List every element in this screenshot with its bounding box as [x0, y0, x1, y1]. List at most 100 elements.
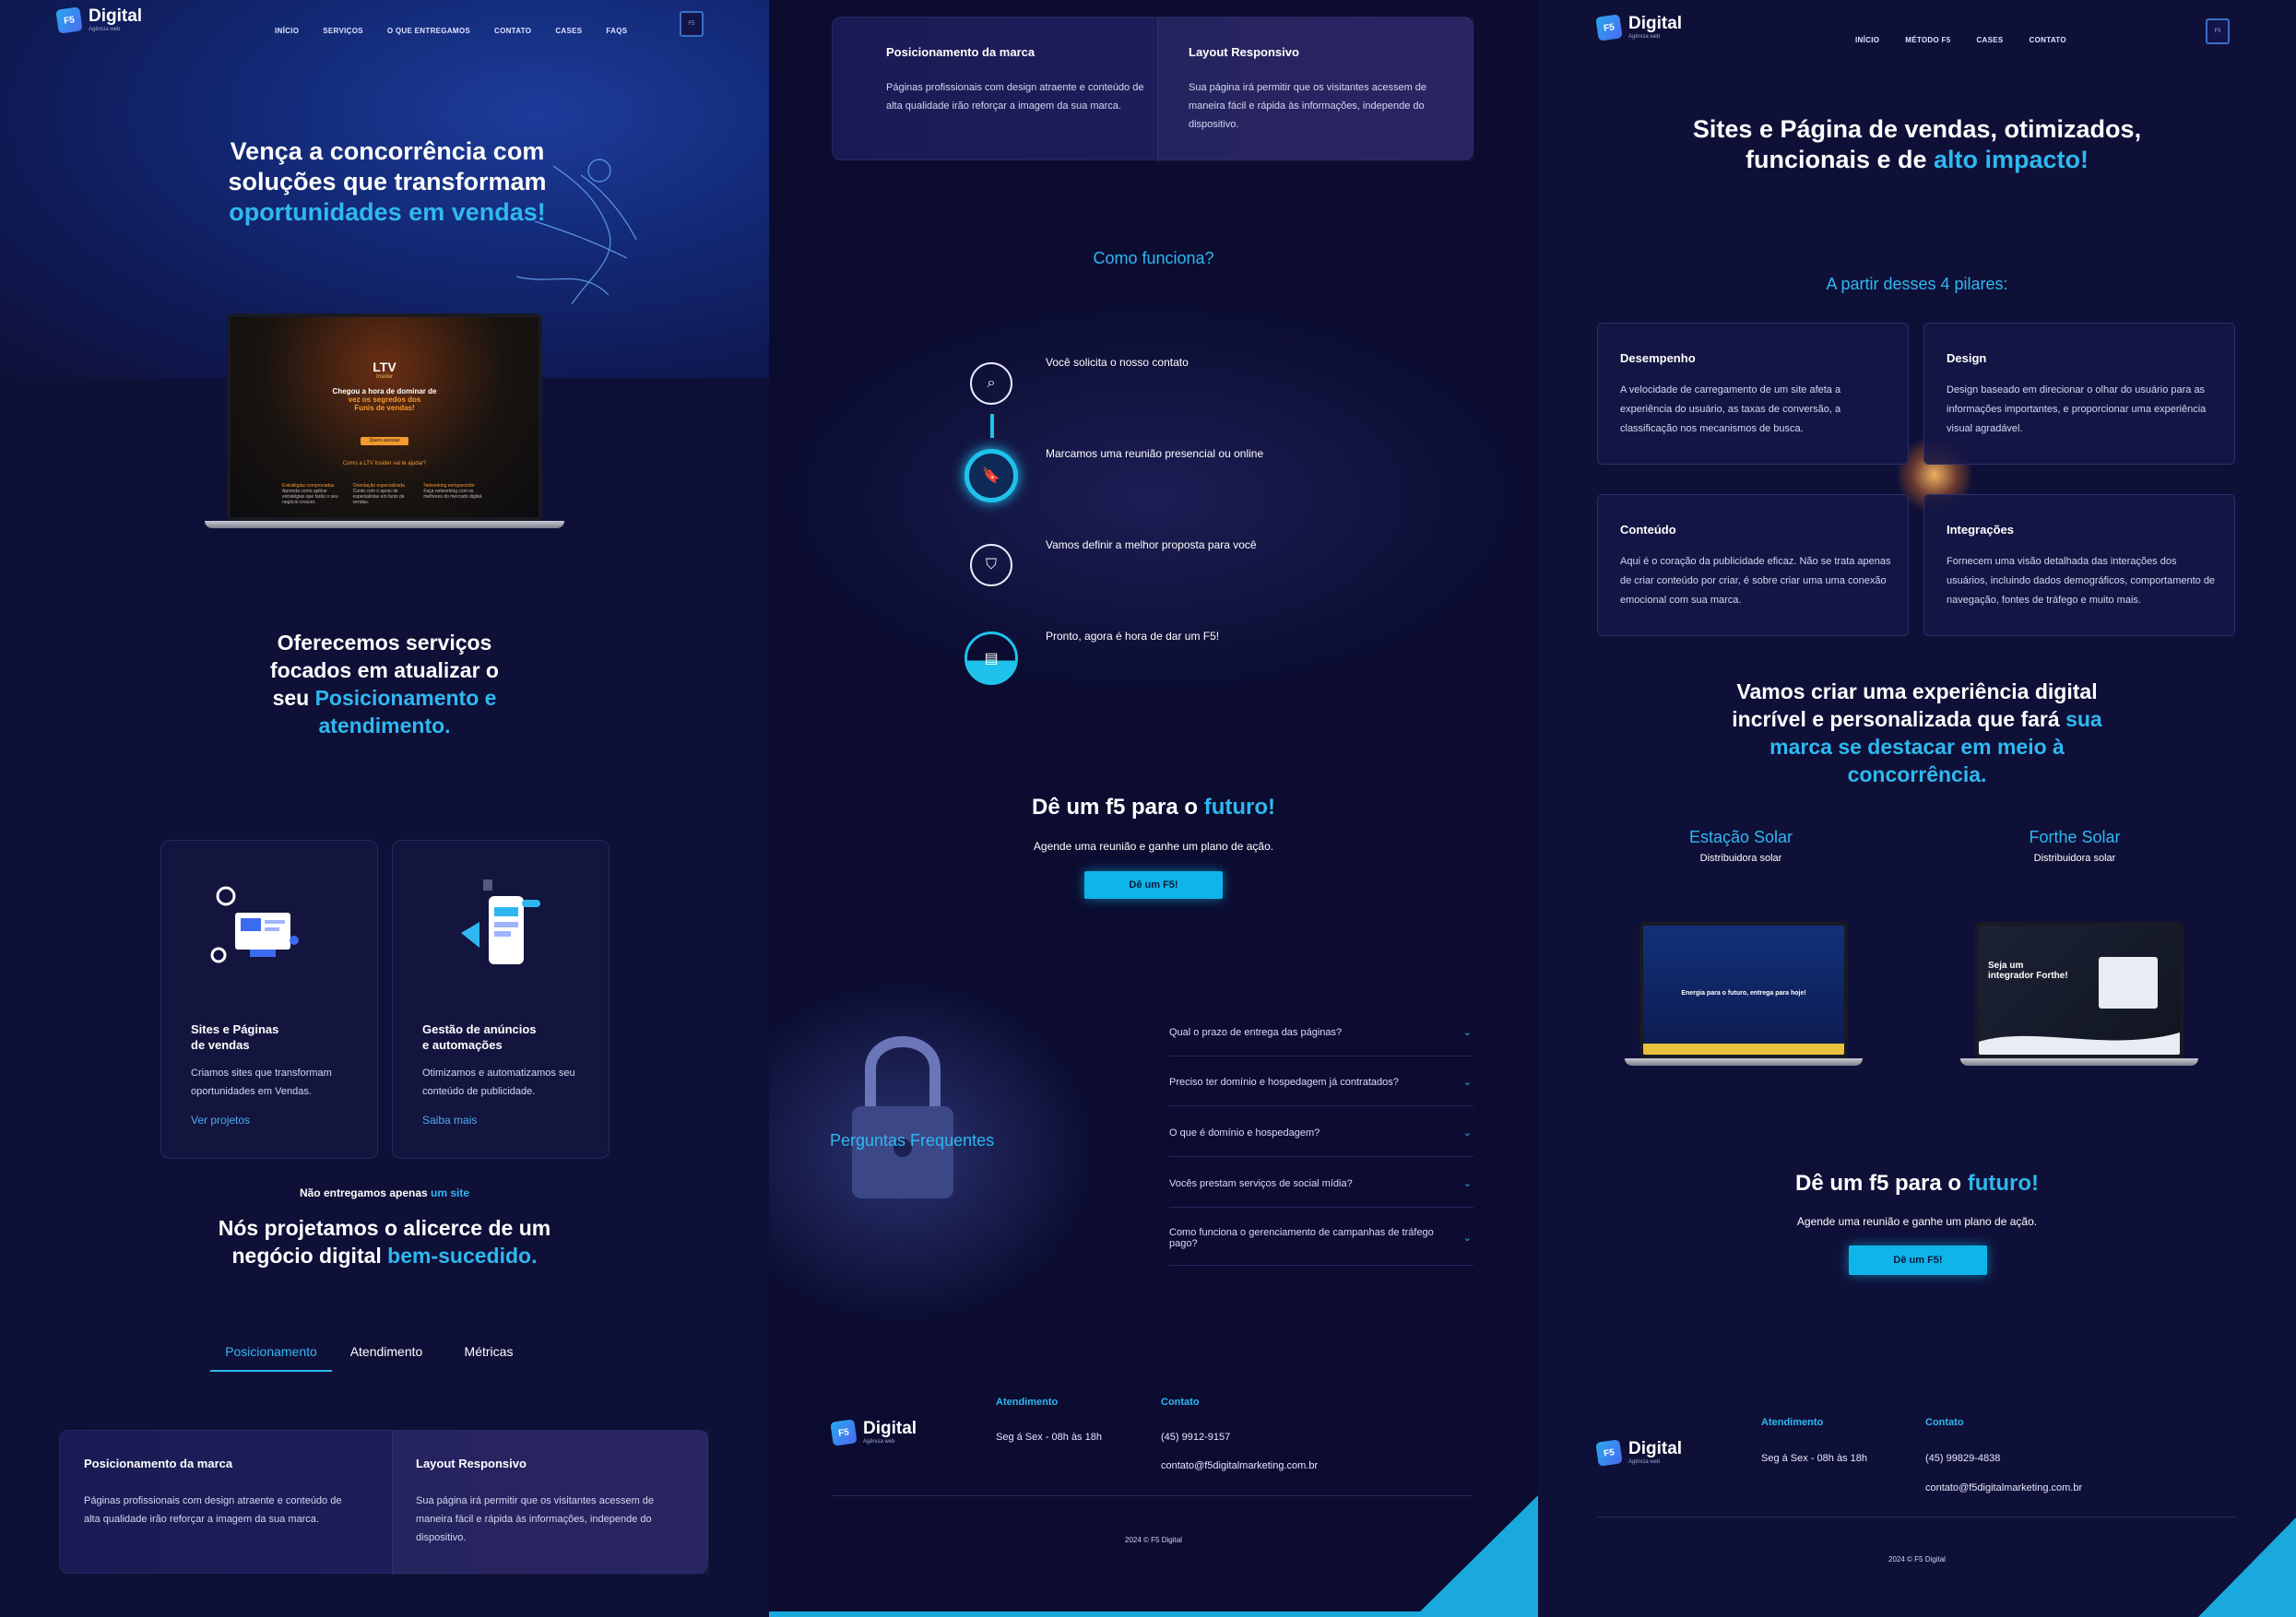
step-2-text: Marcamos uma reunião presencial ou onlin… [1046, 447, 1264, 460]
service-text: Criamos sites que transformam oportunida… [191, 1068, 332, 1097]
footer-hours-title: Atendimento [996, 1397, 1059, 1408]
services-title-line-2: focados em atualizar o [270, 658, 499, 682]
how-title: Como funciona? [1093, 249, 1214, 267]
case-laptop-estacao: Energia para o futuro, entrega para hoje… [1625, 922, 1863, 1069]
case-subtitle: Distribuidora solar [1699, 853, 1782, 864]
cta-title: Dê um f5 para o futuro! [1538, 1171, 2296, 1197]
screen-question: Como a LTV Insider vai te ajudar? [342, 461, 427, 466]
feature-text: Páginas profissionais com design atraent… [84, 1495, 342, 1525]
nav-contato[interactable]: CONTATO [494, 27, 531, 35]
laptop-base [1960, 1058, 2198, 1066]
footer-email[interactable]: contato@f5digitalmarketing.com.br [1161, 1460, 1318, 1471]
brand-logo[interactable]: F5 Digital Agência web [55, 6, 142, 34]
faq-item[interactable]: Como funciona o gerenciamento de campanh… [1169, 1210, 1473, 1266]
services-title-plain: seu [272, 686, 315, 710]
feature-title: Layout Responsivo [416, 1457, 527, 1470]
screen-headline: Chegou a hora de dominar de vez os segre… [231, 387, 538, 412]
mobile-home-column: F5 Digital Agência web INÍCIO SERVIÇOS O … [0, 0, 769, 1617]
feature-text: Páginas profissionais com design atraent… [886, 82, 1144, 112]
tab-atendimento[interactable]: Atendimento [332, 1344, 441, 1372]
faq-item[interactable]: O que é domínio e hospedagem? ⌄ [1169, 1109, 1473, 1157]
nav-cases[interactable]: CASES [555, 27, 582, 35]
footer-email[interactable]: contato@f5digitalmarketing.com.br [1925, 1482, 2082, 1493]
feature-panel: Posicionamento da marca Páginas profissi… [832, 17, 1473, 161]
menu-button[interactable]: F5 [680, 11, 704, 37]
step-4-text: Pronto, agora é hora de dar um F5! [1046, 630, 1220, 643]
deliver-title-plain: negócio digital [231, 1244, 388, 1268]
faq-item[interactable]: Preciso ter domínio e hospedagem já cont… [1169, 1058, 1473, 1106]
faq-item[interactable]: Qual o prazo de entrega das páginas? ⌄ [1169, 1009, 1473, 1056]
laptop-base [205, 521, 564, 528]
screen-cta: Quero acessar [361, 437, 408, 445]
corner-accent [1414, 1495, 1538, 1617]
faq-title: Perguntas Frequentes [830, 1131, 995, 1150]
screen-line-2: vez os segredos dos [348, 395, 421, 404]
screen-line-3: Funis de vendas! [354, 404, 415, 412]
hero-title: Sites e Página de vendas, otimizados, fu… [1593, 114, 2241, 175]
screen-feature: Orientação especializada Conte com o apoi… [353, 483, 415, 505]
cta-subtitle: Agende uma reunião e ganhe um plano de a… [1796, 1215, 2038, 1228]
nav-servicos[interactable]: SERVIÇOS [323, 27, 363, 35]
saiba-mais-link[interactable]: Saiba mais [422, 1114, 477, 1127]
footer-logo[interactable]: F5 Digital Agência web [1595, 1438, 1682, 1467]
footer-hours: Seg á Sex - 08h às 18h [1761, 1453, 1867, 1464]
experience-title: Vamos criar uma experiência digital incr… [1639, 678, 2195, 788]
nav-inicio[interactable]: INÍCIO [1855, 36, 1879, 44]
tab-metricas[interactable]: Métricas [441, 1344, 537, 1372]
service-card-ads[interactable]: Gestão de anúncios e automações Otimizamo… [392, 840, 610, 1159]
cta-title-hl: futuro! [1967, 1171, 2039, 1196]
footer-phone[interactable]: (45) 99829-4838 [1925, 1453, 2000, 1464]
nav-inicio[interactable]: INÍCIO [275, 27, 299, 35]
nav-o-que-entregamos[interactable]: O QUE ENTREGAMOS [387, 27, 470, 35]
menu-button[interactable]: F5 [2206, 18, 2230, 44]
tab-posicionamento[interactable]: Posicionamento [210, 1344, 332, 1372]
deliver-title: Nós projetamos o alicerce de um negócio … [166, 1214, 603, 1269]
feature-title: Posicionamento da marca [84, 1457, 233, 1470]
faq-item[interactable]: Vocês prestam serviços de social mídia? ⌄ [1169, 1160, 1473, 1208]
services-title-line-3: seu Posicionamento e [221, 684, 548, 712]
case-screen-text: Seja um integrador Forthe! [1988, 961, 2068, 981]
pillars-title: A partir desses 4 pilares: [1826, 275, 2008, 293]
bookmark-icon: 🔖 [965, 449, 1018, 502]
search-icon: ⌕ [970, 362, 1012, 405]
screen-logo-sub: Insider [375, 374, 393, 380]
pillar-text: Design baseado em direcionar o olhar do … [1947, 384, 2207, 434]
case-forthe-solar[interactable]: Forthe Solar Distribuidora solar [1964, 828, 2185, 864]
cta-title-hl: futuro! [1203, 795, 1275, 820]
hero-line-2: soluções que transformam [228, 168, 547, 195]
cta-button[interactable]: Dê um F5! [1849, 1245, 1987, 1275]
pillar-text: Aqui é o coração da publicidade eficaz. … [1620, 556, 1891, 606]
padlock-icon [852, 1036, 953, 1198]
screen-feature-text: Aprenda como aplicar estratégias que far… [282, 489, 338, 505]
bookmark-icon: ⛉ [970, 544, 1012, 586]
nav-metodo-f5[interactable]: MÉTODO F5 [1905, 36, 1950, 44]
footer-copyright: 2024 © F5 Digital [1888, 1555, 1946, 1564]
brand-tagline: Agência web [1628, 1459, 1661, 1465]
hero-line-2-plain: funcionais e de [1745, 146, 1935, 173]
book-icon: ▤ [965, 631, 1018, 685]
screen-feature-text: Faça networking com os melhores do merca… [423, 489, 483, 500]
ver-projetos-link[interactable]: Ver projetos [191, 1114, 250, 1127]
deliver-kicker: Não entregamos apenas um site [203, 1186, 566, 1199]
case-estacao-solar[interactable]: Estação Solar Distribuidora solar [1630, 828, 1852, 864]
service-title-line-2: de vendas [191, 1038, 250, 1052]
chevron-down-icon: ⌄ [1462, 1127, 1472, 1139]
footer-logo[interactable]: F5 Digital Agência web [830, 1418, 917, 1446]
cta-button[interactable]: Dê um F5! [1084, 871, 1223, 899]
brand-logo[interactable]: F5 Digital Agência web [1595, 13, 1682, 41]
nav-cases[interactable]: CASES [1976, 36, 2003, 44]
screen-feature: Networking enriquecedor Faça networking c… [423, 483, 485, 505]
service-card-sites[interactable]: Sites e Páginas de vendas Criamos sites q… [160, 840, 378, 1159]
megaphone-phone-icon [461, 879, 540, 964]
pillar-card: Integrações Fornecem uma visão detalhada… [1923, 494, 2235, 636]
experience-line-2-hl: sua [2065, 707, 2102, 731]
nav-faqs[interactable]: FAQS [606, 27, 627, 35]
service-title-line-2: e automações [422, 1038, 503, 1052]
footer-contact-title: Contato [1161, 1397, 1200, 1408]
nav-contato[interactable]: CONTATO [2030, 36, 2066, 44]
footer-phone[interactable]: (45) 9912-9157 [1161, 1432, 1230, 1443]
services-title-line-1: Oferecemos serviços [277, 631, 492, 655]
chevron-down-icon: ⌄ [1462, 1233, 1472, 1244]
main-nav: INÍCIO MÉTODO F5 CASES CONTATO [1855, 36, 2066, 44]
case-subtitle: Distribuidora solar [2033, 853, 2116, 864]
